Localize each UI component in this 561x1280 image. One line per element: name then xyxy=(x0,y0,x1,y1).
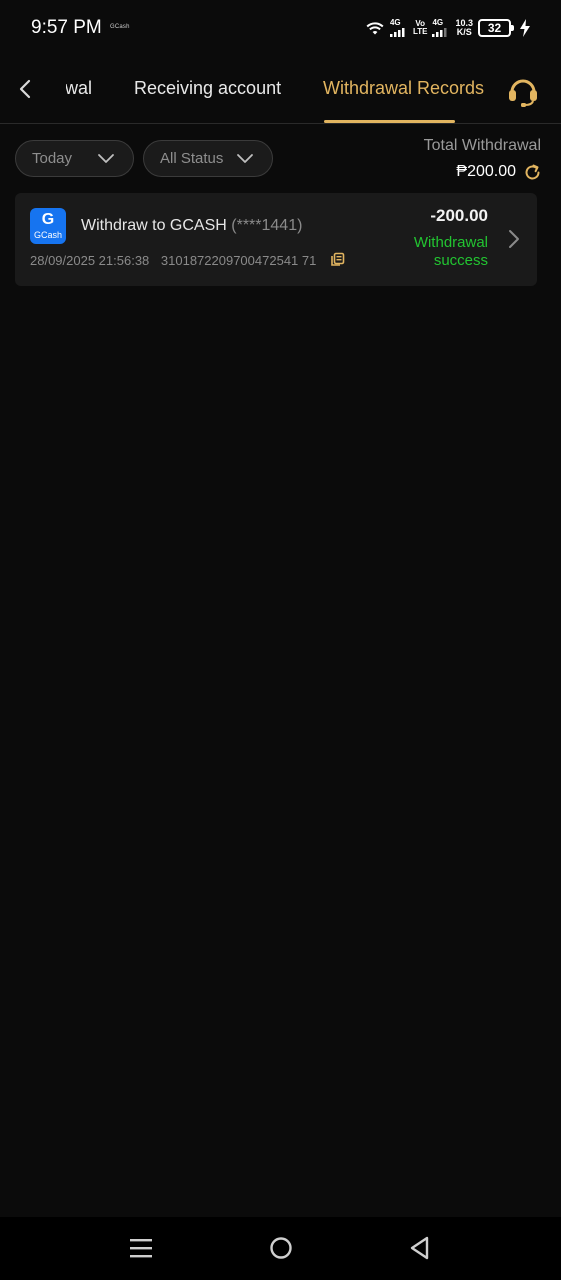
gcash-logo-text: GCash xyxy=(33,230,62,240)
volte-bottom: LTE xyxy=(412,27,428,36)
chevron-left-icon xyxy=(19,79,31,99)
status-icons: 4G Vo LTE 4G 10.3 K/S 32 xyxy=(365,16,531,40)
refresh-button[interactable] xyxy=(523,163,542,182)
signal-bars-icon xyxy=(432,28,447,37)
copy-order-button[interactable] xyxy=(330,252,345,267)
record-meta: 28/09/2025 21:56:38 3101872209700472541 … xyxy=(30,253,316,268)
home-button[interactable] xyxy=(268,1235,294,1261)
record-title-text: Withdraw to GCASH xyxy=(81,217,227,234)
total-withdrawal-amount: ₱200.00 xyxy=(456,163,516,180)
network-type-2: 4G xyxy=(432,18,444,27)
record-datetime: 28/09/2025 21:56:38 xyxy=(30,253,150,268)
battery-icon: 32 xyxy=(478,19,514,37)
tab-receiving-account[interactable]: Receiving account xyxy=(134,78,281,99)
gcash-logo-glyph: G xyxy=(41,211,55,228)
record-title: Withdraw to GCASH (****1441) xyxy=(81,217,302,235)
tab-bar: Withdrawal Receiving account Withdrawal … xyxy=(0,56,561,124)
net-speed: 10.3 K/S xyxy=(455,19,473,37)
chevron-right-icon xyxy=(509,230,519,248)
date-filter-dropdown[interactable]: Today xyxy=(15,140,134,177)
status-filter-label: All Status xyxy=(160,150,224,167)
record-order-number: 3101872209700472541 71 xyxy=(160,253,317,268)
copy-icon xyxy=(331,252,345,266)
tab-withdrawal[interactable]: Withdrawal xyxy=(66,78,92,99)
tab-withdrawal-records[interactable]: Withdrawal Records xyxy=(323,78,484,99)
screen: 9:57 PM GCash 4G Vo LTE 4G 10.3 K/S 32 w… xyxy=(0,0,561,1280)
gcash-logo-icon: G GCash xyxy=(30,208,66,244)
signal-bars-icon xyxy=(389,28,405,37)
active-tab-indicator xyxy=(324,120,455,123)
volte-indicator: Vo LTE xyxy=(413,20,428,36)
status-bar: 9:57 PM GCash 4G Vo LTE 4G 10.3 K/S 32 xyxy=(0,0,561,56)
wifi-icon xyxy=(366,22,384,35)
signal-2: 4G xyxy=(432,19,450,37)
date-filter-label: Today xyxy=(32,150,73,167)
headset-icon xyxy=(509,79,537,107)
tab-withdrawal-label: Withdrawal xyxy=(66,78,92,98)
record-amount: -200.00 xyxy=(430,206,488,225)
menu-icon xyxy=(130,1239,152,1258)
back-button[interactable] xyxy=(10,74,40,104)
refresh-icon xyxy=(525,164,540,180)
network-type-1: 4G xyxy=(389,18,401,27)
customer-support-button[interactable] xyxy=(506,74,540,108)
status-filter-dropdown[interactable]: All Status xyxy=(143,140,273,177)
record-account-masked: (****1441) xyxy=(231,217,303,234)
net-speed-unit: K/S xyxy=(456,27,472,37)
battery-level: 32 xyxy=(487,21,502,35)
home-icon xyxy=(270,1237,292,1259)
total-withdrawal-label: Total Withdrawal xyxy=(423,137,541,154)
back-triangle-icon xyxy=(410,1236,429,1260)
recent-apps-button[interactable] xyxy=(128,1235,154,1261)
chevron-down-icon xyxy=(237,154,253,163)
notification-gcash-icon: GCash xyxy=(110,24,130,30)
record-status: Withdrawal success xyxy=(413,234,488,269)
withdrawal-record-card[interactable]: G GCash Withdraw to GCASH (****1441) 28/… xyxy=(15,193,537,286)
system-back-button[interactable] xyxy=(407,1235,433,1261)
chevron-down-icon xyxy=(98,154,114,163)
system-nav-bar xyxy=(0,1217,561,1280)
status-time: 9:57 PM xyxy=(31,17,102,38)
signal-1: 4G xyxy=(389,18,408,37)
charging-bolt-icon xyxy=(520,19,530,37)
